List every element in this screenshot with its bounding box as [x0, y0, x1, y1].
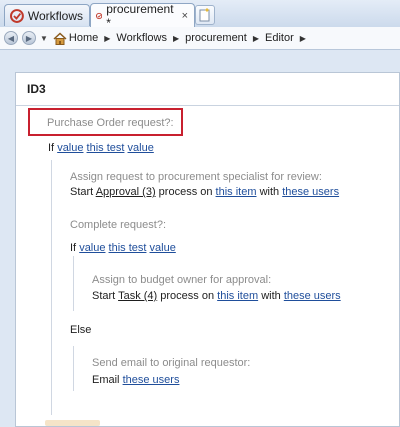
these-users-link[interactable]: these users: [284, 290, 341, 302]
with-label: with: [259, 186, 280, 198]
condition-row: If value this test value: [70, 242, 176, 254]
action-row: Start Approval (3) process on this item …: [70, 186, 339, 198]
breadcrumb-procurement[interactable]: procurement: [185, 32, 247, 44]
breadcrumb-separator-icon: ▶: [172, 33, 180, 43]
home-icon: [53, 31, 67, 45]
step-guide-line: [73, 346, 74, 391]
tab-label: procurement *: [106, 1, 174, 30]
breadcrumb-separator-icon: ▶: [252, 33, 260, 43]
these-users-link[interactable]: these users: [123, 374, 180, 386]
start-label: Start: [92, 290, 116, 302]
value-link[interactable]: value: [150, 242, 176, 254]
new-tab-icon: [199, 8, 210, 22]
step-guide-line: [73, 256, 74, 311]
tab-bar: Workflows procurement * ×: [0, 0, 400, 30]
action-row: Start Task (4) process on this item with…: [92, 290, 341, 302]
value-link[interactable]: value: [57, 142, 83, 154]
forward-arrow-icon: ▶: [25, 33, 33, 43]
insertion-marker: [45, 420, 100, 426]
task-process-link[interactable]: Task (4): [118, 290, 157, 302]
step-guide-line: [51, 160, 52, 415]
workflow-icon: [10, 8, 24, 23]
with-label: with: [261, 290, 281, 302]
if-keyword: If: [70, 242, 77, 254]
start-label: Start: [70, 186, 94, 198]
step-title[interactable]: Purchase Order request?:: [47, 117, 174, 129]
if-keyword: If: [48, 142, 55, 154]
tab-label: Workflows: [27, 8, 83, 23]
back-button[interactable]: ◀: [4, 31, 18, 45]
this-test-link[interactable]: this test: [109, 242, 147, 254]
action-description: Send email to original requestor:: [92, 357, 251, 369]
close-tab-icon[interactable]: ×: [182, 10, 188, 22]
this-test-link[interactable]: this test: [87, 142, 125, 154]
approval-process-link[interactable]: Approval (3): [96, 186, 156, 198]
else-keyword: Else: [70, 324, 92, 336]
breadcrumb-editor[interactable]: Editor: [265, 32, 294, 44]
these-users-link[interactable]: these users: [282, 186, 339, 198]
process-on-label: process on: [158, 186, 213, 198]
step-title[interactable]: Complete request?:: [70, 219, 166, 231]
value-link[interactable]: value: [128, 142, 154, 154]
action-row: Email these users: [92, 374, 179, 386]
tab-workflows[interactable]: Workflows: [4, 4, 90, 26]
back-arrow-icon: ◀: [7, 33, 15, 43]
forward-button[interactable]: ▶: [22, 31, 36, 45]
this-item-link[interactable]: this item: [217, 290, 258, 302]
stage-title: ID3: [16, 73, 399, 106]
this-item-link[interactable]: this item: [216, 186, 257, 198]
value-link[interactable]: value: [79, 242, 105, 254]
breadcrumb-workflows[interactable]: Workflows: [116, 32, 167, 44]
breadcrumb-separator-icon: ▶: [299, 33, 306, 43]
action-description: Assign to budget owner for approval:: [92, 274, 272, 286]
action-description: Assign request to procurement specialist…: [70, 171, 322, 183]
process-on-label: process on: [160, 290, 215, 302]
breadcrumb-separator-icon: ▶: [104, 33, 111, 43]
history-dropdown-icon[interactable]: ▼: [40, 34, 48, 43]
new-tab-button[interactable]: [195, 5, 215, 25]
navigation-bar: ◀ ▶ ▼ Home ▶ Workflows ▶ procurement ▶ E…: [0, 27, 400, 50]
condition-row: If value this test value: [48, 142, 154, 154]
breadcrumb-home[interactable]: Home: [69, 32, 98, 44]
workflow-icon: [96, 12, 103, 19]
email-label: Email: [92, 374, 120, 386]
tab-procurement[interactable]: procurement * ×: [90, 1, 195, 30]
